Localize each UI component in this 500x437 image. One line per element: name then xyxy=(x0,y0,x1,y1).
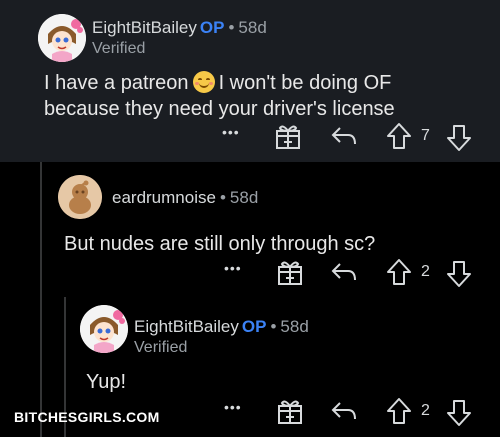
verified-label: Verified xyxy=(92,40,146,57)
comment-author[interactable]: EightBitBailey OP • 58d xyxy=(134,317,309,337)
comment-age: 58d xyxy=(229,188,259,207)
upvote-icon[interactable] xyxy=(386,258,412,286)
comment-actions: ••• 7 xyxy=(0,122,500,152)
downvote-icon[interactable] xyxy=(446,399,472,427)
comment-body: Yup! xyxy=(86,371,127,393)
more-options-icon[interactable]: ••• xyxy=(224,260,242,276)
more-options-icon[interactable]: ••• xyxy=(224,399,242,415)
separator: • xyxy=(219,188,226,207)
vote-count: 7 xyxy=(421,127,430,144)
default-avatar-icon xyxy=(58,175,102,219)
comment-body: But nudes are still only through sc? xyxy=(64,233,376,255)
downvote-icon[interactable] xyxy=(446,124,472,152)
avatar[interactable] xyxy=(58,175,102,219)
watermark: BITCHESGIRLS.COM xyxy=(14,409,160,425)
more-options-icon[interactable]: ••• xyxy=(222,124,240,140)
comment-body-line1b: I won't be doing OF xyxy=(218,72,392,94)
op-badge: OP xyxy=(199,18,225,37)
upvote-icon[interactable] xyxy=(386,122,412,150)
comment-op-1: EightBitBailey OP • 58d Verified I have a p… xyxy=(0,0,500,162)
smiling-face-emoji-icon xyxy=(192,71,215,93)
reply-icon[interactable] xyxy=(330,260,358,284)
comment-author[interactable]: EightBitBailey OP • 58d xyxy=(92,18,267,38)
award-gift-icon[interactable] xyxy=(277,397,303,425)
downvote-icon[interactable] xyxy=(446,260,472,288)
comment-reply-1: eardrumnoise • 58d But nudes are still onl… xyxy=(0,162,500,297)
avatar-icon xyxy=(38,14,86,62)
comment-body: I have a patreon I won't be doing OF beca… xyxy=(44,70,494,122)
comment-actions: ••• 2 xyxy=(0,258,500,288)
username[interactable]: EightBitBailey xyxy=(134,317,239,336)
avatar[interactable] xyxy=(38,14,86,62)
username[interactable]: EightBitBailey xyxy=(92,18,197,37)
vote-count: 2 xyxy=(421,402,430,419)
username[interactable]: eardrumnoise xyxy=(112,188,216,207)
vote-count: 2 xyxy=(421,263,430,280)
comment-author[interactable]: eardrumnoise • 58d xyxy=(112,188,258,208)
avatar-icon xyxy=(80,305,128,353)
comment-age: 58d xyxy=(238,18,267,37)
separator: • xyxy=(270,317,277,336)
op-badge: OP xyxy=(241,317,267,336)
separator: • xyxy=(228,18,235,37)
upvote-icon[interactable] xyxy=(386,397,412,425)
verified-label: Verified xyxy=(134,339,188,356)
comment-body-line1a: I have a patreon xyxy=(44,72,189,94)
avatar[interactable] xyxy=(80,305,128,353)
reply-icon[interactable] xyxy=(330,399,358,423)
comment-body-line2: because they need your driver's license xyxy=(44,98,395,120)
award-gift-icon[interactable] xyxy=(275,122,301,150)
comment-age: 58d xyxy=(280,317,309,336)
award-gift-icon[interactable] xyxy=(277,258,303,286)
reply-icon[interactable] xyxy=(330,124,358,148)
